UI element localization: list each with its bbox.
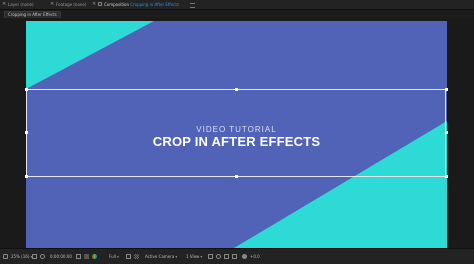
fast-previews-icon[interactable] bbox=[216, 254, 221, 259]
transform-handle-bottom-middle[interactable] bbox=[235, 175, 238, 178]
camera-dropdown[interactable]: Active Camera bbox=[145, 249, 177, 264]
tab-composition[interactable]: Composition Cropping in After Effects bbox=[104, 0, 179, 9]
layer-bounding-box[interactable] bbox=[26, 89, 446, 177]
panel-menu-icon[interactable] bbox=[190, 3, 195, 8]
mask-visibility-icon[interactable] bbox=[40, 254, 45, 259]
tab-layer[interactable]: Layer (none) bbox=[8, 0, 34, 9]
transform-handle-top-middle[interactable] bbox=[235, 88, 238, 91]
lock-icon[interactable] bbox=[98, 2, 102, 6]
transform-handle-bottom-left[interactable] bbox=[25, 175, 28, 178]
reset-exposure-icon[interactable] bbox=[242, 254, 247, 259]
timecode[interactable]: 0:00:00:00 bbox=[50, 249, 72, 264]
viewer-bottom-bar: 25% (16) 0:00:00:00 Full Active Camera 1… bbox=[0, 248, 474, 264]
transform-handle-middle-left[interactable] bbox=[25, 131, 28, 134]
transform-handle-middle-right[interactable] bbox=[445, 131, 448, 134]
color-channels-icon[interactable] bbox=[92, 254, 97, 259]
transparency-grid-icon[interactable] bbox=[134, 254, 139, 259]
breadcrumb-bar: Cropping in After Effects bbox=[0, 10, 474, 19]
grid-icon[interactable] bbox=[32, 254, 37, 259]
magnification-dropdown[interactable]: 25% (16) bbox=[11, 249, 32, 264]
transform-handle-bottom-right[interactable] bbox=[445, 175, 448, 178]
tab-footage[interactable]: Footage (none) bbox=[56, 0, 86, 9]
composition-viewer[interactable]: VIDEO TUTORIAL CROP IN AFTER EFFECTS bbox=[0, 18, 474, 248]
transform-handle-top-left[interactable] bbox=[25, 88, 28, 91]
tab-composition-label: Cropping in After Effects bbox=[130, 2, 179, 7]
close-icon[interactable]: × bbox=[2, 0, 6, 9]
resolution-dropdown[interactable]: Full bbox=[109, 249, 119, 264]
exposure-value[interactable]: +0.0 bbox=[250, 249, 260, 264]
close-icon[interactable]: × bbox=[50, 0, 54, 9]
tab-composition-prefix: Composition bbox=[104, 2, 131, 7]
comp-flowchart-icon[interactable] bbox=[232, 254, 237, 259]
viewer-tab-bar: × Layer (none) × Footage (none) × Compos… bbox=[0, 0, 474, 10]
show-snapshot-icon[interactable] bbox=[84, 254, 89, 259]
views-dropdown[interactable]: 1 View bbox=[186, 249, 202, 264]
close-icon[interactable]: × bbox=[92, 0, 96, 9]
region-of-interest-icon[interactable] bbox=[126, 254, 131, 259]
snapshot-icon[interactable] bbox=[76, 254, 81, 259]
always-preview-icon[interactable] bbox=[3, 254, 8, 259]
timeline-icon[interactable] bbox=[224, 254, 229, 259]
teal-shape-top-left bbox=[26, 21, 154, 89]
toggle-pixel-aspect-icon[interactable] bbox=[208, 254, 213, 259]
transform-handle-top-right[interactable] bbox=[445, 88, 448, 91]
